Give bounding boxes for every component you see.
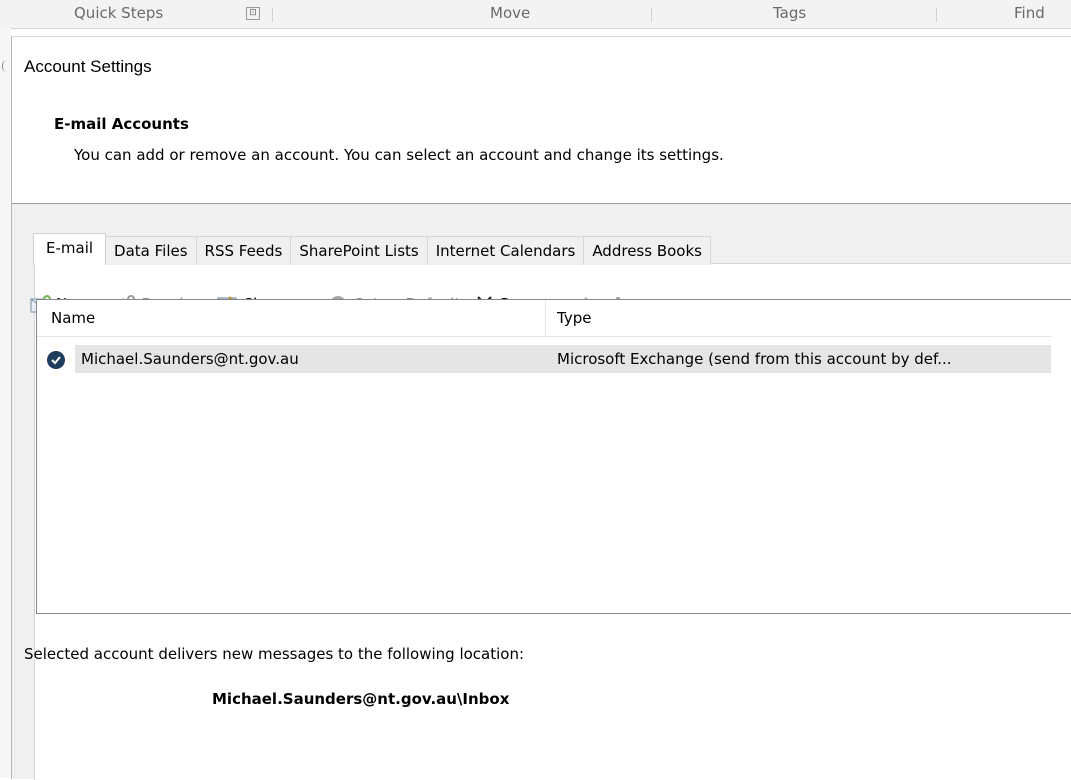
ribbon-group-quick-steps: Quick Steps (74, 4, 164, 22)
delivery-location: Michael.Saunders@nt.gov.au\Inbox (212, 690, 510, 708)
tab-internet-calendars[interactable]: Internet Calendars (426, 236, 585, 265)
column-divider[interactable] (545, 300, 546, 336)
tab-data-files[interactable]: Data Files (105, 236, 197, 265)
section-description: You can add or remove an account. You ca… (74, 146, 724, 164)
ribbon-group-move: Move (490, 4, 531, 22)
ribbon-divider (272, 8, 273, 22)
tab-email[interactable]: E-mail (33, 233, 107, 265)
column-header-name[interactable]: Name (51, 300, 95, 336)
ribbon-divider (651, 8, 652, 22)
default-account-check-icon (47, 351, 65, 369)
background-window-edge (0, 28, 11, 778)
ribbon-group-strip: Quick Steps ⊡ Move Tags Find (0, 0, 1071, 29)
edge-glyph (2, 60, 7, 72)
dialog-launcher-icon[interactable]: ⊡ (246, 7, 260, 20)
tab-rss-feeds[interactable]: RSS Feeds (195, 236, 292, 265)
column-header-type[interactable]: Type (557, 300, 591, 336)
account-name: Michael.Saunders@nt.gov.au (81, 350, 299, 368)
ribbon-group-find: Find (1014, 4, 1045, 22)
table-row[interactable]: Michael.Saunders@nt.gov.au Microsoft Exc… (37, 345, 1051, 373)
delivery-description: Selected account delivers new messages t… (24, 645, 525, 663)
tab-address-books[interactable]: Address Books (583, 236, 711, 265)
section-title: E-mail Accounts (54, 115, 189, 133)
ribbon-divider (936, 8, 937, 22)
tab-strip: E-mail Data Files RSS Feeds SharePoint L… (33, 233, 711, 265)
tab-sharepoint-lists[interactable]: SharePoint Lists (290, 236, 428, 265)
ribbon-group-tags: Tags (773, 4, 807, 22)
dialog-title: Account Settings (24, 57, 152, 76)
account-type: Microsoft Exchange (send from this accou… (557, 350, 952, 368)
list-header: Name Type (37, 300, 1051, 337)
accounts-list[interactable]: Name Type Michael.Saunders@nt.gov.au Mic… (36, 299, 1071, 614)
